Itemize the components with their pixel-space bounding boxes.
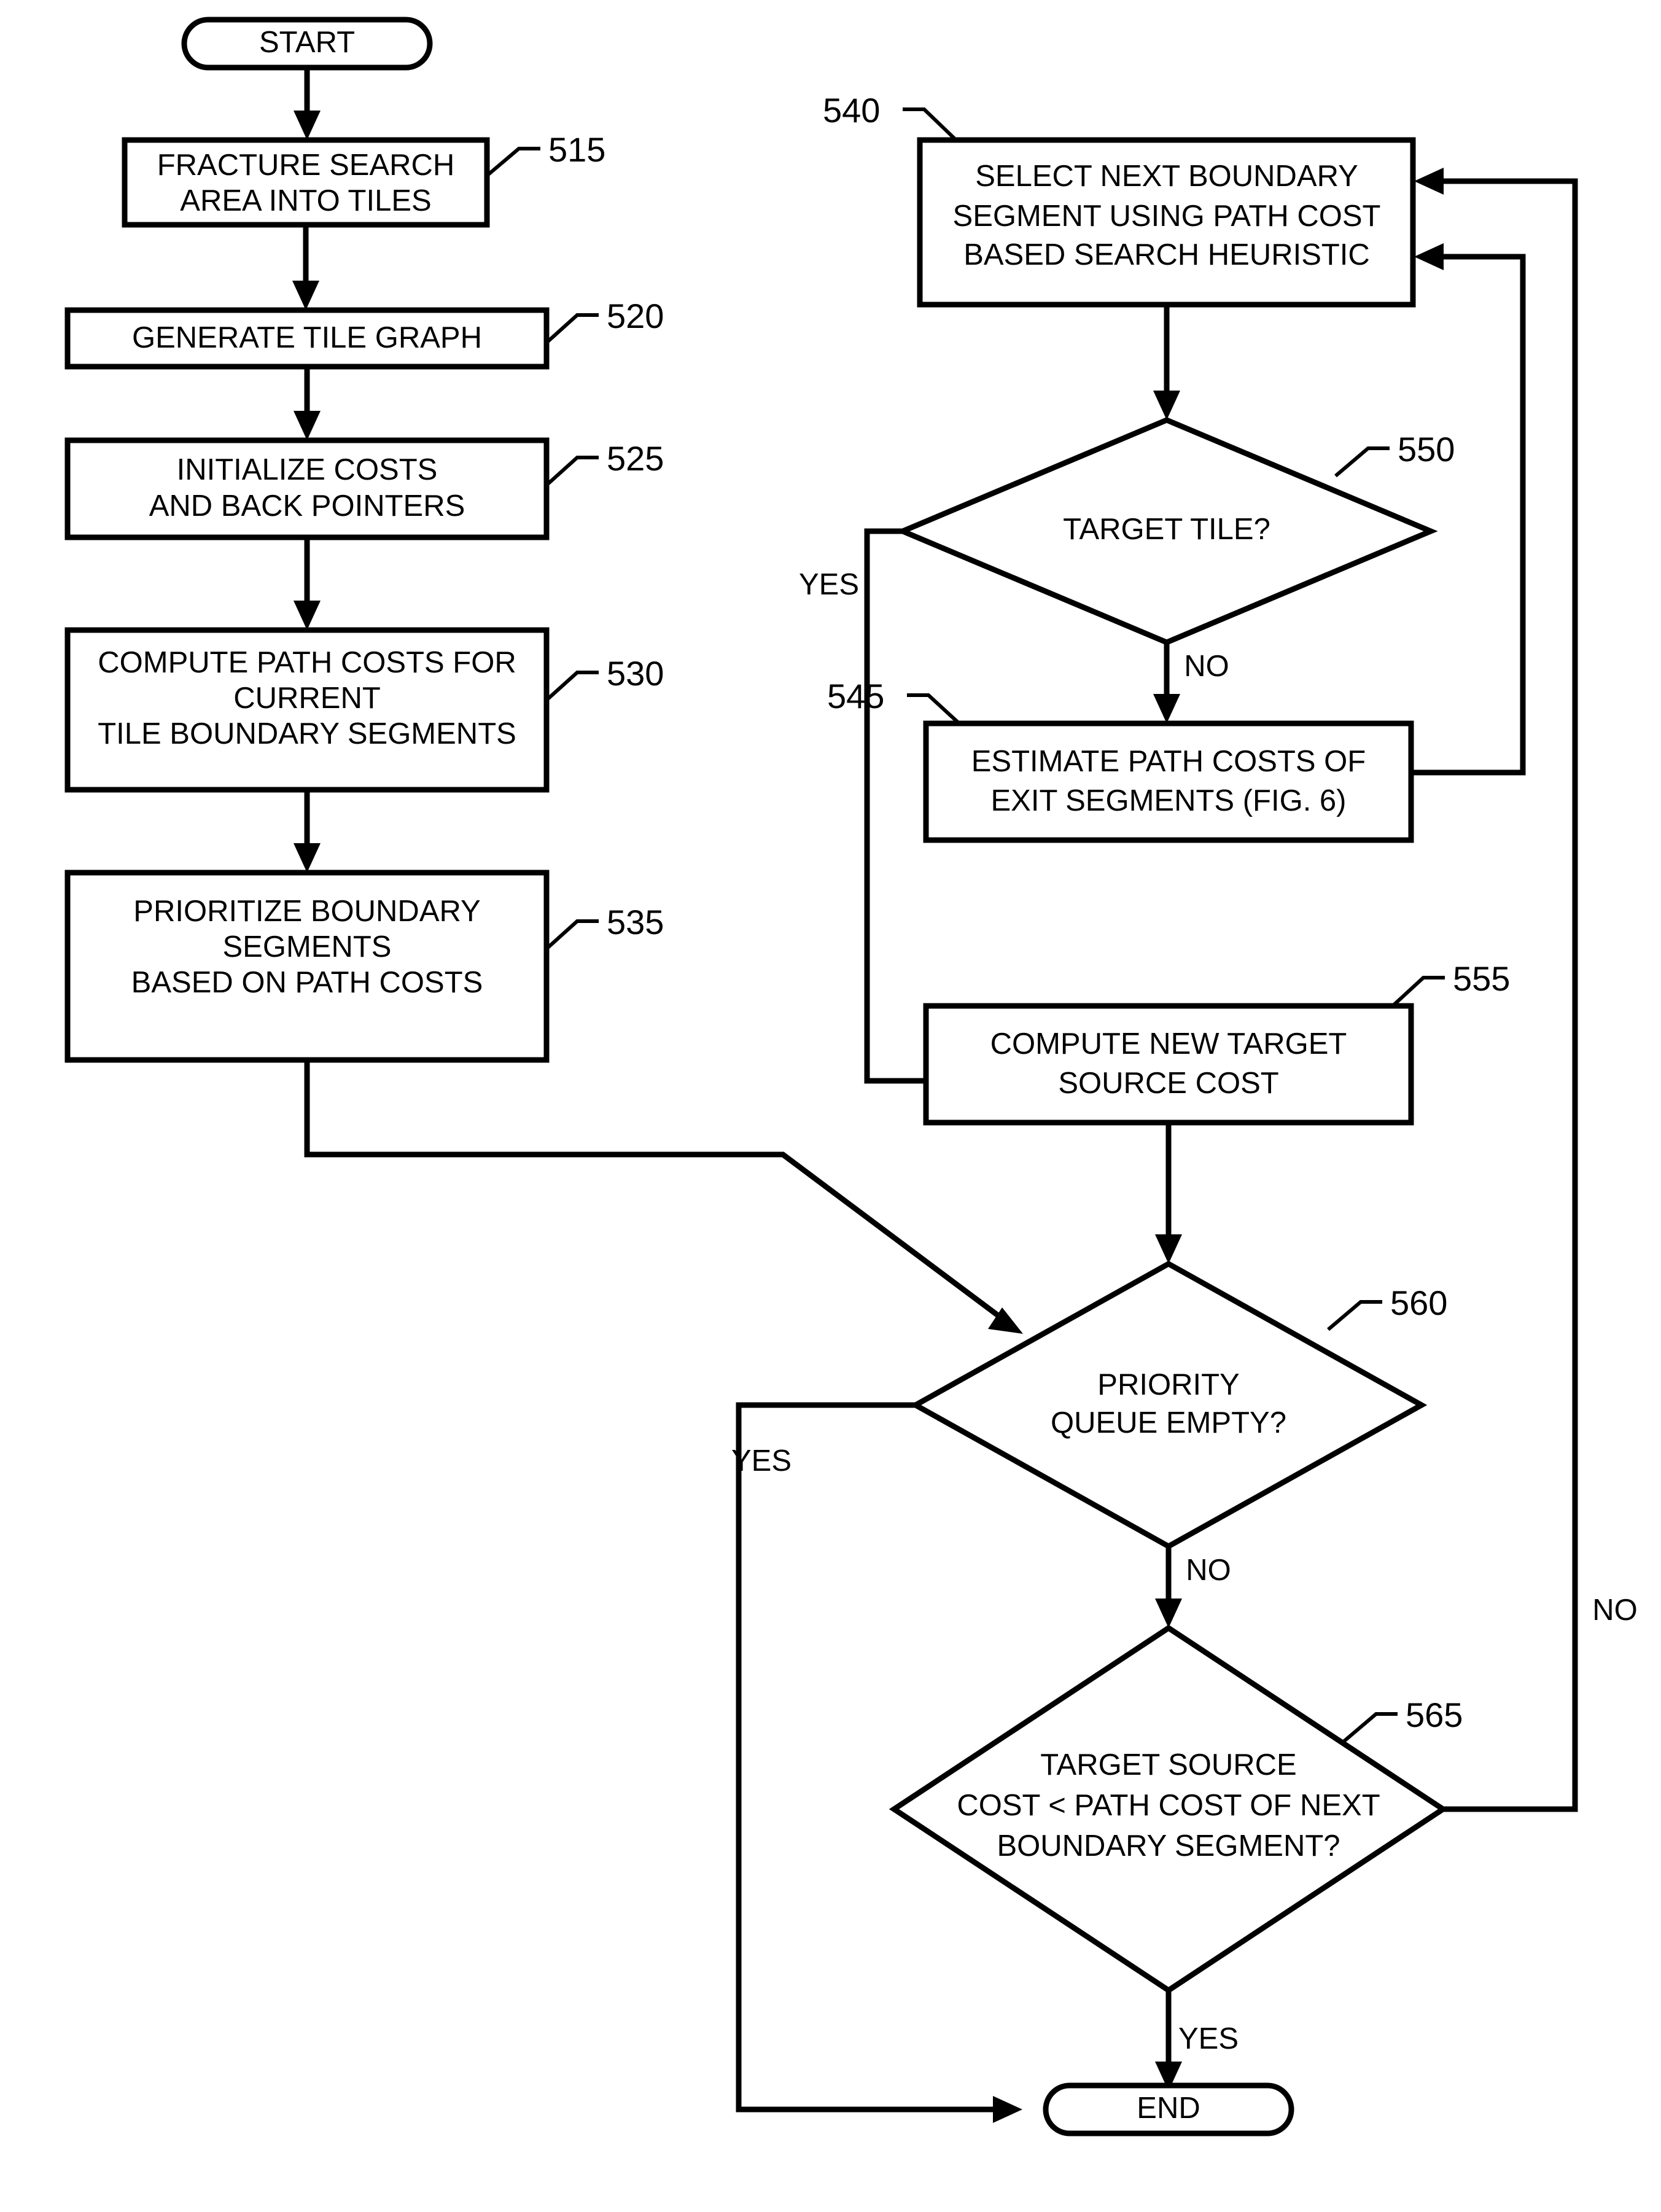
branch-label-560-no: NO <box>1186 1554 1231 1587</box>
node-535-ref-leader <box>545 919 599 951</box>
node-520-line1: GENERATE TILE GRAPH <box>132 321 482 354</box>
node-515: FRACTURE SEARCH AREA INTO TILES 515 <box>122 130 605 228</box>
node-545-ref-leader <box>907 693 961 725</box>
arrow-head-icon <box>1153 694 1180 723</box>
arrow-head-icon <box>1155 1599 1182 1628</box>
node-530: COMPUTE PATH COSTS FOR CURRENT TILE BOUN… <box>64 627 664 793</box>
node-520-ref: 520 <box>607 297 664 335</box>
node-540: SELECT NEXT BOUNDARY SEGMENT USING PATH … <box>823 91 1416 308</box>
node-565-ref-leader <box>1342 1712 1398 1743</box>
node-530-ref: 530 <box>607 654 664 693</box>
node-530-line3: TILE BOUNDARY SEGMENTS <box>98 717 516 750</box>
node-555-shape <box>923 1003 1414 1126</box>
node-565-ref: 565 <box>1406 1696 1463 1734</box>
node-535-ref: 535 <box>607 903 664 941</box>
node-555-line2: SOURCE COST <box>1058 1067 1278 1100</box>
node-525-line2: AND BACK POINTERS <box>149 489 465 523</box>
connector-540-to-550 <box>1153 305 1180 420</box>
node-535-line2: SEGMENTS <box>223 930 392 964</box>
branch-label-560-yes: YES <box>731 1444 792 1478</box>
node-end: END <box>1043 2082 1294 2136</box>
connector-565-no-to-540-feedback: NO <box>1414 168 1638 1812</box>
node-550-ref: 550 <box>1398 430 1455 469</box>
arrow-head-icon <box>294 601 321 630</box>
node-530-line1: COMPUTE PATH COSTS FOR <box>98 646 516 679</box>
node-525-ref: 525 <box>607 439 664 478</box>
connector-515-to-520 <box>292 225 319 310</box>
node-540-line2: SEGMENT USING PATH COST <box>953 200 1381 233</box>
arrow-head-icon <box>1414 243 1444 270</box>
node-515-ref: 515 <box>548 130 605 169</box>
node-560: PRIORITY QUEUE EMPTY? 560 <box>909 1260 1447 1550</box>
node-535-line3: BASED ON PATH COSTS <box>131 966 483 999</box>
node-515-ref-leader <box>486 147 540 177</box>
node-525-line1: INITIALIZE COSTS <box>177 453 438 486</box>
start-label: START <box>259 26 355 59</box>
node-540-line3: BASED SEARCH HEURISTIC <box>963 238 1370 271</box>
node-565-line2: COST < PATH COST OF NEXT <box>957 1789 1380 1822</box>
node-515-line2: AREA INTO TILES <box>180 184 431 217</box>
arrow-head-icon <box>1153 391 1180 420</box>
node-550-ref-leader <box>1334 446 1390 478</box>
connector-start-to-515 <box>294 68 321 140</box>
node-560-shape <box>909 1260 1428 1550</box>
node-520-ref-leader <box>545 313 599 345</box>
flowchart-figure: START FRACTURE SEARCH AREA INTO TILES 51… <box>0 0 1661 2212</box>
node-560-ref-leader <box>1327 1300 1382 1331</box>
arrow-head-icon <box>294 111 321 140</box>
connector-520-to-525 <box>294 367 321 440</box>
node-530-line2: CURRENT <box>233 682 381 715</box>
connector-560-no-to-565: NO <box>1155 1546 1231 1628</box>
node-560-line2: QUEUE EMPTY? <box>1051 1406 1286 1439</box>
connector-545-to-540-feedback <box>1411 243 1526 776</box>
arrow-head-icon <box>993 2096 1022 2123</box>
node-540-line1: SELECT NEXT BOUNDARY <box>975 160 1358 193</box>
node-565-line1: TARGET SOURCE <box>1040 1748 1296 1782</box>
arrow-head-icon <box>294 843 321 873</box>
node-540-ref: 540 <box>823 91 880 130</box>
node-565: TARGET SOURCE COST < PATH COST OF NEXT B… <box>889 1624 1463 1994</box>
node-525-ref-leader <box>545 456 599 487</box>
node-535-line1: PRIORITIZE BOUNDARY <box>133 895 480 928</box>
connector-555-to-560 <box>1155 1123 1182 1264</box>
node-565-line3: BOUNDARY SEGMENT? <box>997 1829 1340 1863</box>
node-530-ref-leader <box>545 671 599 702</box>
node-545-line2: EXIT SEGMENTS (FIG. 6) <box>990 784 1346 817</box>
node-555-ref-leader <box>1391 976 1445 1008</box>
node-540-ref-leader <box>903 107 958 142</box>
branch-label-550-yes: YES <box>799 568 859 601</box>
node-560-ref: 560 <box>1390 1283 1447 1322</box>
flowchart-canvas: START FRACTURE SEARCH AREA INTO TILES 51… <box>64 17 1638 2136</box>
node-560-line1: PRIORITY <box>1097 1368 1239 1401</box>
connector-535-to-560 <box>304 1060 1023 1334</box>
arrow-head-icon <box>1155 1234 1182 1264</box>
node-515-line1: FRACTURE SEARCH <box>157 149 455 182</box>
node-545-line1: ESTIMATE PATH COSTS OF <box>971 745 1366 778</box>
node-start: START <box>181 17 433 71</box>
arrow-head-icon <box>292 281 319 310</box>
arrow-head-icon <box>1414 168 1444 195</box>
node-555-line1: COMPUTE NEW TARGET <box>990 1027 1347 1061</box>
node-545-ref: 545 <box>827 677 884 715</box>
connector-530-to-535 <box>294 790 321 873</box>
node-550-line1: TARGET TILE? <box>1063 513 1270 546</box>
branch-label-565-no: NO <box>1592 1594 1638 1627</box>
connector-525-to-530 <box>294 537 321 630</box>
node-520: GENERATE TILE GRAPH 520 <box>64 297 664 370</box>
branch-label-550-no: NO <box>1184 650 1229 683</box>
node-555: COMPUTE NEW TARGET SOURCE COST 555 <box>923 959 1510 1126</box>
node-535: PRIORITIZE BOUNDARY SEGMENTS BASED ON PA… <box>64 870 664 1063</box>
branch-label-565-yes: YES <box>1178 2022 1239 2055</box>
connector-550-no-to-545: NO <box>1153 642 1229 723</box>
arrow-head-icon <box>294 411 321 440</box>
node-555-ref: 555 <box>1453 959 1510 998</box>
node-525: INITIALIZE COSTS AND BACK POINTERS 525 <box>64 437 664 540</box>
node-545-shape <box>923 720 1414 843</box>
node-550: TARGET TILE? 550 <box>895 417 1455 645</box>
end-label: END <box>1137 2092 1200 2125</box>
node-545: ESTIMATE PATH COSTS OF EXIT SEGMENTS (FI… <box>827 677 1414 843</box>
connector-565-yes-to-end: YES <box>1155 1990 1239 2091</box>
